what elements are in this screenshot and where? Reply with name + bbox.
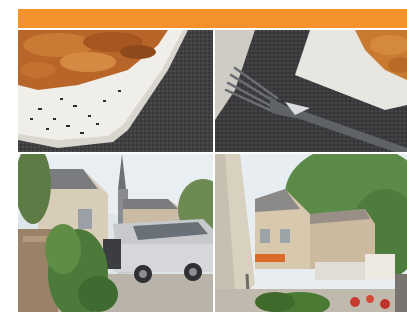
photo-gallery [18, 30, 407, 312]
town-square-image [215, 154, 407, 312]
street-car-image [18, 154, 213, 312]
top-strip [0, 0, 407, 9]
food-plate-image [18, 30, 213, 152]
gallery-photo-food-plate[interactable] [18, 30, 213, 152]
gallery-photo-fork[interactable] [215, 30, 407, 152]
gallery-photo-town-square[interactable] [215, 154, 407, 312]
fork-image [215, 30, 407, 152]
gallery-photo-street-car[interactable] [18, 154, 213, 312]
orange-header-bar [18, 9, 407, 28]
